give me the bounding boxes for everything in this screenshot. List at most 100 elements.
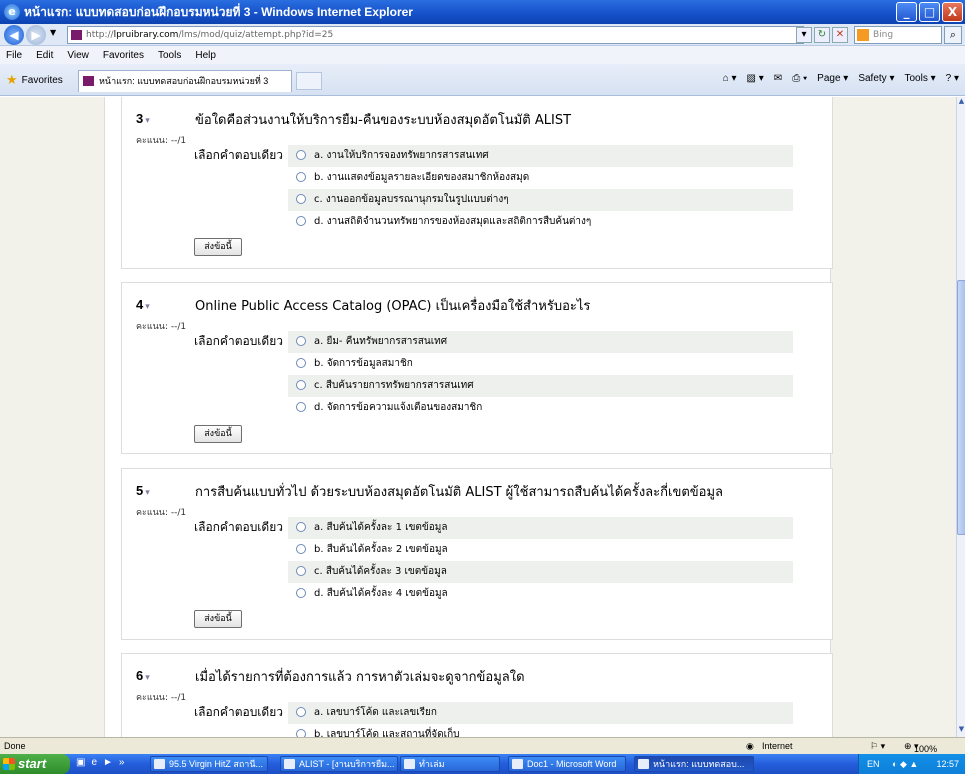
refresh-icon[interactable]: ↻: [814, 27, 830, 43]
radio-button[interactable]: [296, 172, 306, 182]
answer-option[interactable]: d. สืบค้นได้ครั้งละ 4 เขตข้อมูล: [288, 583, 793, 605]
menu-favorites[interactable]: Favorites: [103, 50, 144, 61]
media-player-icon[interactable]: ►: [103, 757, 113, 768]
home-icon[interactable]: ⌂ ▾: [723, 73, 737, 84]
url-host: lpruibrary.com: [113, 30, 179, 40]
address-toolbar: ◀ ▶ ▼ http://lpruibrary.com/lms/mod/quiz…: [0, 24, 965, 46]
question-number: 6 ▾: [136, 668, 150, 683]
vertical-scrollbar[interactable]: ▲ ▼: [956, 97, 965, 737]
close-button[interactable]: X: [942, 2, 963, 22]
question-number: 5 ▾: [136, 483, 150, 498]
protected-mode-icon[interactable]: ⚐ ▾: [870, 741, 885, 752]
ie-quicklaunch-icon[interactable]: e: [91, 757, 97, 768]
new-tab-button[interactable]: [296, 72, 322, 90]
safety-menu[interactable]: Safety ▾: [858, 73, 894, 84]
answer-option[interactable]: c. สืบค้นรายการทรัพยากรสารสนเทศ: [288, 375, 793, 397]
radio-button[interactable]: [296, 358, 306, 368]
radio-button[interactable]: [296, 402, 306, 412]
tools-menu[interactable]: Tools ▾: [904, 73, 935, 84]
taskbar-item[interactable]: ALIST - [งานบริการยืม...: [280, 756, 398, 772]
back-button[interactable]: ◀: [4, 25, 24, 45]
radio-button[interactable]: [296, 522, 306, 532]
answer-option[interactable]: a. งานให้บริการจองทรัพยากรสารสนเทศ: [288, 145, 793, 167]
radio-button[interactable]: [296, 194, 306, 204]
page-viewport: 3 ▾ ข้อใดคือส่วนงานให้บริการยืม-คืนของระบ…: [0, 97, 956, 737]
answer-option[interactable]: b. เลขบาร์โค้ด และสถานที่จัดเก็บ: [288, 724, 793, 737]
radio-button[interactable]: [296, 729, 306, 737]
print-icon[interactable]: ⎙ ▾: [792, 73, 807, 84]
menu-file[interactable]: File: [6, 50, 22, 61]
taskbar-item[interactable]: Doc1 - Microsoft Word: [508, 756, 626, 772]
submit-question-button[interactable]: ส่งข้อนี้: [194, 238, 242, 256]
stop-icon[interactable]: ✕: [832, 27, 848, 43]
taskbar-item[interactable]: 95.5 Virgin HitZ สถานี...: [150, 756, 268, 772]
scroll-down-icon[interactable]: ▼: [957, 725, 965, 737]
answer-option[interactable]: a. สืบค้นได้ครั้งละ 1 เขตข้อมูล: [288, 517, 793, 539]
radio-button[interactable]: [296, 216, 306, 226]
help-icon[interactable]: ? ▾: [946, 73, 959, 84]
answer-option[interactable]: d. จัดการข้อความแจ้งเตือนของสมาชิก: [288, 397, 793, 419]
answer-option[interactable]: c. สืบค้นได้ครั้งละ 3 เขตข้อมูล: [288, 561, 793, 583]
search-icon[interactable]: ⌕: [944, 26, 962, 44]
menu-tools[interactable]: Tools: [158, 50, 181, 61]
answer-type-label: เลือกคำตอบเดียว: [194, 705, 283, 719]
radio-button[interactable]: [296, 566, 306, 576]
favorites-label: Favorites: [21, 74, 63, 86]
app-icon: [154, 759, 165, 769]
menu-view[interactable]: View: [67, 50, 89, 61]
radio-button[interactable]: [296, 380, 306, 390]
tab-current[interactable]: หน้าแรก: แบบทดสอบก่อนฝึกอบรมหน่วยที่ 3: [78, 70, 292, 92]
taskbar-item[interactable]: ทำเล่ม: [400, 756, 500, 772]
quick-launch: ▣ e ► »: [76, 757, 124, 768]
forward-button[interactable]: ▶: [26, 25, 46, 45]
address-dropdown-icon[interactable]: ▾: [796, 27, 812, 43]
answer-option[interactable]: c. งานออกข้อมูลบรรณานุกรมในรูปแบบต่างๆ: [288, 189, 793, 211]
clock: 12:57: [936, 759, 959, 769]
radio-button[interactable]: [296, 544, 306, 554]
star-icon: ★: [6, 72, 18, 87]
feeds-icon[interactable]: ▧ ▾: [747, 73, 764, 84]
answer-list: a. ยืม- คืนทรัพยากรสารสนเทศ b. จัดการข้อ…: [288, 331, 793, 419]
flag-icon: ▾: [145, 487, 150, 497]
answer-option[interactable]: d. งานสถิติจำนวนทรัพยากรของห้องสมุดและสถ…: [288, 211, 793, 233]
tray-icons[interactable]: ◐ ◆ ▲: [892, 759, 918, 769]
search-input[interactable]: Bing: [854, 26, 942, 44]
recent-pages-dropdown[interactable]: ▼: [50, 28, 56, 37]
answer-type-label: เลือกคำตอบเดียว: [194, 520, 283, 534]
zoom-level[interactable]: ⊕ 100% ▾: [904, 741, 937, 754]
question-text: เมื่อได้รายการที่ต้องการแล้ว การหาตัวเล่…: [195, 670, 525, 685]
answer-option[interactable]: a. ยืม- คืนทรัพยากรสารสนเทศ: [288, 331, 793, 353]
quick-launch-more-icon[interactable]: »: [119, 757, 125, 768]
scroll-up-icon[interactable]: ▲: [957, 97, 965, 109]
taskbar-item-active[interactable]: หน้าแรก: แบบทดสอบ...: [634, 756, 754, 772]
maximize-button[interactable]: □: [919, 2, 940, 22]
question-text: Online Public Access Catalog (OPAC) เป็น…: [195, 299, 591, 314]
answer-option[interactable]: a. เลขบาร์โค้ด และเลขเรียก: [288, 702, 793, 724]
radio-button[interactable]: [296, 588, 306, 598]
address-field[interactable]: http://lpruibrary.com/lms/mod/quiz/attem…: [67, 26, 804, 44]
menu-help[interactable]: Help: [195, 50, 216, 61]
page-menu[interactable]: Page ▾: [817, 73, 848, 84]
favorites-button[interactable]: ★ Favorites: [6, 72, 63, 88]
submit-question-button[interactable]: ส่งข้อนี้: [194, 610, 242, 628]
minimize-button[interactable]: _: [896, 2, 917, 22]
question-number: 3 ▾: [136, 111, 150, 126]
submit-question-button[interactable]: ส่งข้อนี้: [194, 425, 242, 443]
answer-option[interactable]: b. งานแสดงข้อมูลรายละเอียดของสมาชิกห้องส…: [288, 167, 793, 189]
start-button[interactable]: start: [0, 754, 70, 774]
flag-icon: ▾: [145, 115, 150, 125]
language-indicator[interactable]: EN: [867, 759, 880, 769]
score-label: คะแนน: --/1: [136, 508, 187, 518]
menu-edit[interactable]: Edit: [36, 50, 53, 61]
radio-button[interactable]: [296, 707, 306, 717]
answer-option[interactable]: b. จัดการข้อมูลสมาชิก: [288, 353, 793, 375]
mail-icon[interactable]: ✉: [774, 73, 782, 84]
radio-button[interactable]: [296, 150, 306, 160]
url-prefix: http://: [86, 30, 114, 40]
question-text: การสืบค้นแบบทั่วไป ด้วยระบบห้องสมุดอัตโน…: [195, 485, 723, 500]
radio-button[interactable]: [296, 336, 306, 346]
answer-option[interactable]: b. สืบค้นได้ครั้งละ 2 เขตข้อมูล: [288, 539, 793, 561]
show-desktop-icon[interactable]: ▣: [76, 757, 85, 768]
scrollbar-thumb[interactable]: [957, 280, 965, 535]
windows-logo-icon: [3, 758, 15, 770]
